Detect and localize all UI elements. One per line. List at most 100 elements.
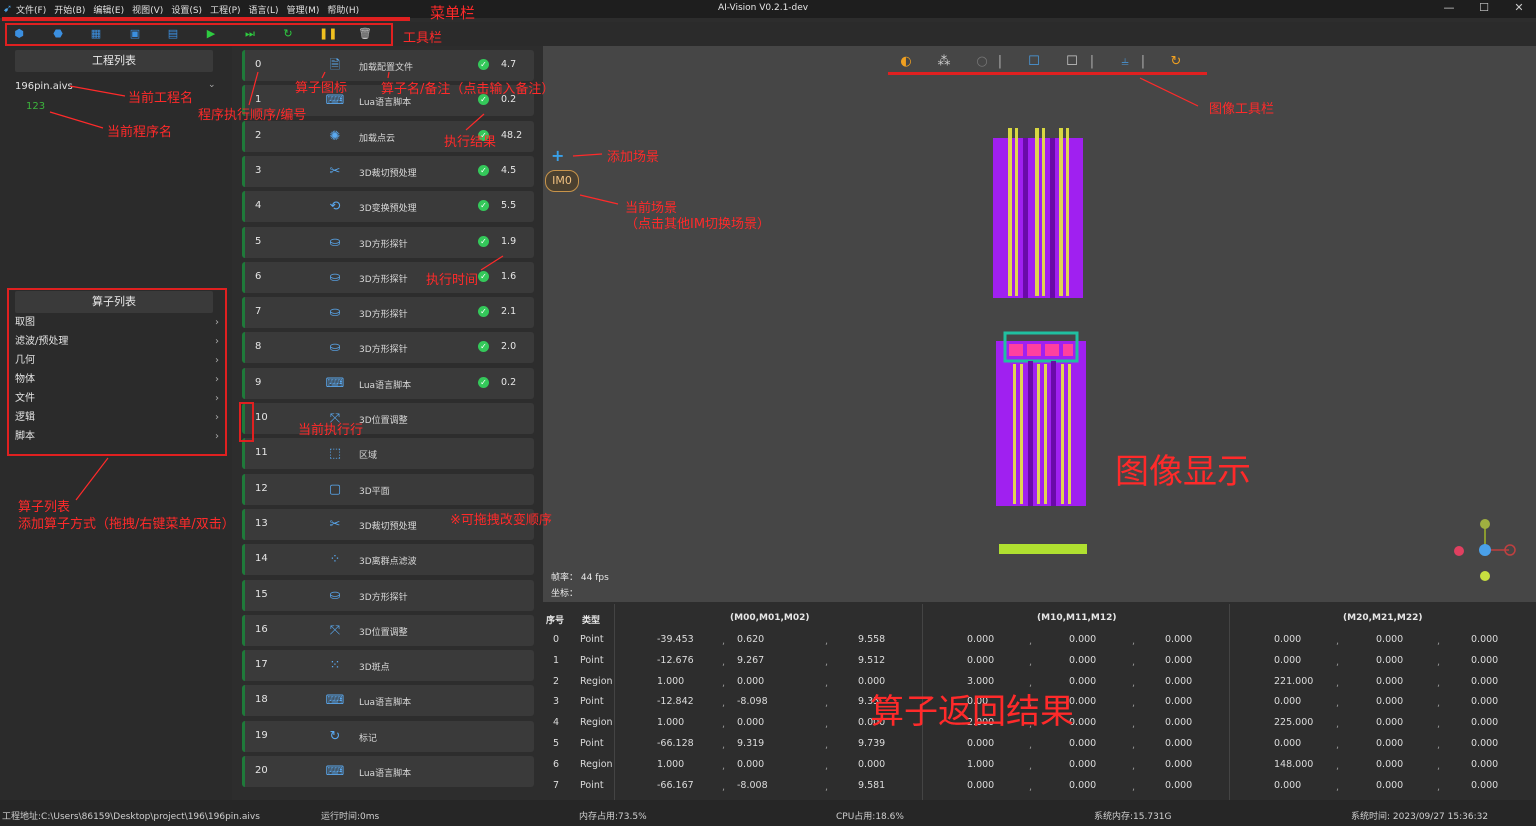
step-row[interactable]: 4 ⟲ 3D变换预处理 ✓ 5.5 bbox=[242, 191, 534, 223]
add-scene-button[interactable]: + bbox=[551, 146, 564, 165]
step-row[interactable]: 9 ⌨ Lua语言脚本 ✓ 0.2 bbox=[242, 367, 534, 399]
results-cell: Point bbox=[580, 779, 604, 791]
results-cell: 0.000 bbox=[1376, 717, 1404, 729]
step-name[interactable]: 3D裁切预处理 bbox=[359, 519, 417, 532]
refresh-icon: ↻ bbox=[329, 728, 341, 744]
step-name[interactable]: 3D方形探针 bbox=[359, 590, 408, 603]
square-icon[interactable]: ☐ bbox=[1063, 53, 1081, 71]
axis-gizmo-icon[interactable] bbox=[1454, 519, 1516, 581]
check-icon: ✓ bbox=[478, 164, 489, 176]
color-icon[interactable]: ◐ bbox=[897, 53, 915, 71]
results-separator: , bbox=[1029, 740, 1033, 751]
menu-item-1[interactable]: 开始(B) bbox=[54, 3, 85, 16]
operator-category[interactable]: 逻辑 › bbox=[15, 409, 219, 427]
image-display[interactable] bbox=[543, 46, 1536, 602]
menu-item-0[interactable]: 文件(F) bbox=[16, 3, 46, 16]
step-index: 8 bbox=[255, 341, 262, 353]
current-program-name[interactable]: 123 bbox=[26, 101, 45, 112]
step-name[interactable]: 3D斑点 bbox=[359, 660, 390, 673]
column-divider bbox=[1229, 604, 1230, 800]
menu-items: 文件(F) 开始(B) 编辑(E) 视图(V) 设置(S) 工程(P) 语言(L) 管理(M)… bbox=[16, 0, 367, 18]
step-name[interactable]: 加载点云 bbox=[359, 131, 395, 144]
step-index: 4 bbox=[255, 200, 262, 212]
step-name[interactable]: Lua语言脚本 bbox=[359, 766, 411, 779]
step-name[interactable]: 3D方形探针 bbox=[359, 307, 408, 320]
app-window: ➹ 文件(F) 开始(B) 编辑(E) 视图(V) 设置(S) 工程(P) 语言(L) 管理(… bbox=[0, 0, 1536, 826]
operator-category[interactable]: 滤波/预处理 › bbox=[15, 333, 219, 351]
step-row[interactable]: 8 ⛀ 3D方形探针 ✓ 2.0 bbox=[242, 332, 534, 364]
step-row[interactable]: 10 ⤧ 3D位置调整 bbox=[242, 403, 534, 434]
results-cell: 0.000 bbox=[1165, 779, 1193, 791]
step-name[interactable]: 加载配置文件 bbox=[359, 60, 413, 73]
step-name[interactable]: 3D裁切预处理 bbox=[359, 166, 417, 179]
chevron-right-icon: › bbox=[215, 355, 219, 366]
circle-icon[interactable]: ○ bbox=[973, 53, 991, 71]
operator-category[interactable]: 物体 › bbox=[15, 371, 219, 389]
step-name[interactable]: Lua语言脚本 bbox=[359, 695, 411, 708]
menu-item-4[interactable]: 设置(S) bbox=[171, 3, 202, 16]
step-row[interactable]: 14 ⁘ 3D离群点滤波 bbox=[242, 544, 534, 576]
step-index: 3 bbox=[255, 164, 262, 176]
step-name[interactable]: 3D平面 bbox=[359, 484, 390, 497]
step-row[interactable]: 20 ⌨ Lua语言脚本 bbox=[242, 756, 534, 787]
step-name[interactable]: 3D位置调整 bbox=[359, 625, 408, 638]
menu-item-2[interactable]: 编辑(E) bbox=[93, 3, 124, 16]
step-row[interactable]: 7 ⛀ 3D方形探针 ✓ 2.1 bbox=[242, 297, 534, 329]
menu-item-5[interactable]: 工程(P) bbox=[210, 3, 240, 16]
image-toolbar-underline bbox=[888, 72, 1207, 75]
current-project-name[interactable]: 196pin.aivs bbox=[15, 81, 73, 92]
step-row[interactable]: 18 ⌨ Lua语言脚本 bbox=[242, 685, 534, 717]
results-separator: , bbox=[1437, 698, 1441, 710]
step-name[interactable]: Lua语言脚本 bbox=[359, 378, 411, 391]
step-name[interactable]: 3D方形探针 bbox=[359, 272, 408, 285]
results-cell: 148.000 bbox=[1274, 758, 1314, 770]
operator-category[interactable]: 取图 › bbox=[15, 314, 219, 332]
step-row[interactable]: 0 🗎 加载配置文件 ✓ 4.7 bbox=[242, 50, 534, 81]
step-name[interactable]: 3D变换预处理 bbox=[359, 201, 417, 214]
probe-icon: ⛀ bbox=[329, 269, 341, 285]
reset-icon[interactable]: ↻ bbox=[1167, 53, 1185, 71]
results-separator: , bbox=[722, 656, 726, 668]
points-icon[interactable]: ⁂ bbox=[935, 53, 953, 71]
step-name[interactable]: 3D离群点滤波 bbox=[359, 554, 417, 567]
step-row[interactable]: 3 ✂ 3D裁切预处理 ✓ 4.5 bbox=[242, 155, 534, 187]
menu-item-8[interactable]: 帮助(H) bbox=[327, 3, 359, 16]
operator-category[interactable]: 文件 › bbox=[15, 390, 219, 408]
close-icon[interactable]: ✕ bbox=[1504, 0, 1534, 18]
step-name[interactable]: 区域 bbox=[359, 448, 377, 461]
step-row[interactable]: 11 ⬚ 区域 bbox=[242, 438, 534, 470]
square-blue-icon[interactable]: ☐ bbox=[1025, 53, 1043, 71]
menu-item-7[interactable]: 管理(M) bbox=[287, 3, 320, 16]
results-cell: 9.267 bbox=[737, 654, 765, 666]
operator-category[interactable]: 脚本 › bbox=[15, 428, 219, 446]
results-separator: , bbox=[1132, 740, 1136, 751]
step-row[interactable]: 17 ⁙ 3D斑点 bbox=[242, 650, 534, 682]
step-index: 0 bbox=[255, 59, 262, 70]
results-cell: 0.000 bbox=[1376, 738, 1404, 749]
step-name[interactable]: 标记 bbox=[359, 731, 377, 744]
minimize-icon[interactable]: — bbox=[1434, 0, 1464, 18]
step-name[interactable]: 3D位置调整 bbox=[359, 413, 408, 426]
annotation-image-display: 图像显示 bbox=[1115, 452, 1251, 492]
maximize-icon[interactable]: ☐ bbox=[1469, 0, 1499, 18]
results-cell: 0.000 bbox=[1376, 654, 1404, 666]
menu-item-6[interactable]: 语言(L) bbox=[249, 3, 279, 16]
step-name[interactable]: Lua语言脚本 bbox=[359, 95, 411, 108]
results-cell: 0.000 bbox=[737, 758, 765, 770]
chevron-down-icon[interactable]: ⌄ bbox=[208, 80, 216, 90]
step-name[interactable]: 3D方形探针 bbox=[359, 237, 408, 250]
align-icon[interactable]: ⫨ bbox=[1116, 53, 1134, 71]
step-row[interactable]: 19 ↻ 标记 bbox=[242, 720, 534, 752]
step-row[interactable]: 15 ⛀ 3D方形探针 bbox=[242, 579, 534, 611]
operator-category[interactable]: 几何 › bbox=[15, 352, 219, 370]
current-row-highlight-box bbox=[239, 402, 254, 442]
step-name[interactable]: 3D方形探针 bbox=[359, 342, 408, 355]
step-row[interactable]: 16 ⤧ 3D位置调整 bbox=[242, 614, 534, 646]
step-row[interactable]: 5 ⛀ 3D方形探针 ✓ 1.9 bbox=[242, 226, 534, 258]
scene-tab-im0[interactable]: IM0 bbox=[545, 170, 579, 192]
menu-bar: ➹ 文件(F) 开始(B) 编辑(E) 视图(V) 设置(S) 工程(P) 语言(L) 管理(… bbox=[0, 0, 1536, 18]
step-row[interactable]: 6 ⛀ 3D方形探针 ✓ 1.6 bbox=[242, 261, 534, 293]
step-row[interactable]: 12 ▢ 3D平面 bbox=[242, 473, 534, 505]
menu-item-3[interactable]: 视图(V) bbox=[132, 3, 163, 16]
results-cell: 0.000 bbox=[1274, 634, 1302, 645]
